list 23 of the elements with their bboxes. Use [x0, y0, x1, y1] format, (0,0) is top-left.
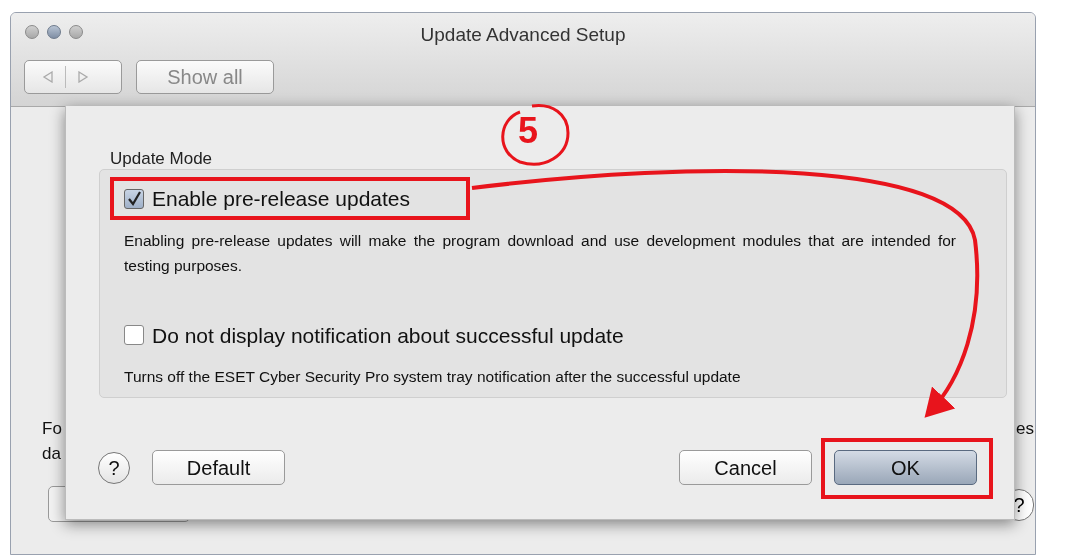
- checkbox-label[interactable]: Do not display notification about successful update: [152, 319, 624, 351]
- checkbox[interactable]: [124, 325, 144, 346]
- checkbox-label[interactable]: Enable pre-release updates: [152, 183, 410, 215]
- step-number: 5: [518, 113, 539, 149]
- option-description: Enabling pre-release updates will make the program download and use development modules that are intended for testing purposes.: [124, 230, 956, 276]
- dialog-button[interactable]: Default: [152, 450, 285, 485]
- back-icon[interactable]: [42, 71, 54, 83]
- ok-button[interactable]: OK: [834, 450, 977, 485]
- checkbox[interactable]: [124, 188, 144, 209]
- minimize-button[interactable]: [47, 25, 61, 39]
- description-text: da: [42, 443, 61, 465]
- group-label: Update Mode: [110, 148, 213, 170]
- dialog-button[interactable]: Cancel: [679, 450, 812, 485]
- option-description: Turns off the ESET Cyber Security Pro system tray notification after the successful update: [124, 367, 742, 387]
- navigation-buttons[interactable]: [24, 60, 122, 94]
- circle-annotation: [501, 104, 570, 166]
- forward-icon[interactable]: [77, 71, 89, 83]
- help-button[interactable]: ?: [98, 451, 130, 484]
- close-button[interactable]: [25, 25, 39, 39]
- description-text: es: [1016, 418, 1034, 440]
- window-title: Update Advanced Setup: [419, 23, 627, 47]
- description-text: Fo: [42, 418, 62, 440]
- zoom-button[interactable]: [69, 25, 83, 39]
